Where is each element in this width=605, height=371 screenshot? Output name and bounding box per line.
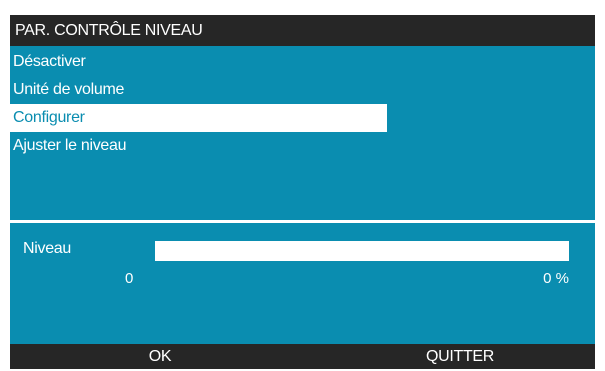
- screen: PAR. CONTRÔLE NIVEAU Désactiver Unité de…: [10, 15, 595, 369]
- softkey-bar: OK QUITTER: [10, 344, 595, 369]
- menu-item-desactiver[interactable]: Désactiver: [10, 48, 387, 76]
- divider: [10, 220, 595, 223]
- level-min-value: 0: [125, 270, 134, 287]
- level-percent: 0 %: [543, 270, 569, 287]
- level-label: Niveau: [23, 240, 72, 257]
- level-progress-bar: [155, 241, 569, 261]
- quit-button[interactable]: QUITTER: [405, 344, 515, 369]
- menu-item-ajuster-le-niveau[interactable]: Ajuster le niveau: [10, 132, 387, 160]
- menu-item-configurer[interactable]: Configurer: [10, 104, 387, 132]
- screen-title: PAR. CONTRÔLE NIVEAU: [10, 15, 595, 46]
- menu-item-unite-de-volume[interactable]: Unité de volume: [10, 76, 387, 104]
- ok-button[interactable]: OK: [130, 344, 190, 369]
